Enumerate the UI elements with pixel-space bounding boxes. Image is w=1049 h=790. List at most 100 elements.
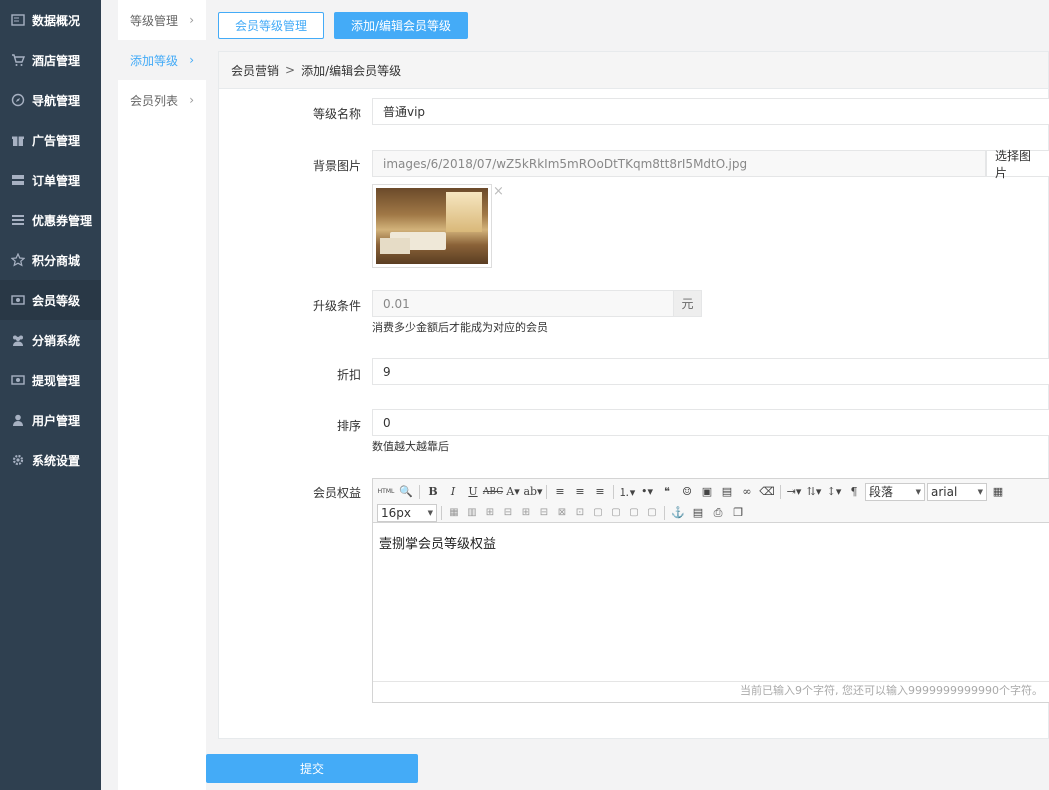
subnav-item-label: 添加等级 [130, 53, 179, 68]
font-color-icon[interactable]: A▾ [504, 483, 522, 501]
line-height-icon[interactable]: ↕▾ [825, 483, 843, 501]
paragraph-spacing-icon[interactable]: ⇅▾ [805, 483, 823, 501]
print-icon[interactable]: ⎙ [709, 504, 727, 522]
preview-icon[interactable]: 🔍 [397, 483, 415, 501]
cash-icon [10, 372, 26, 388]
discount-input[interactable]: 9 [372, 358, 1049, 385]
underline-icon[interactable]: U [464, 483, 482, 501]
chevron-down-icon: ▼ [915, 487, 921, 496]
ordered-list-icon[interactable]: ⒈▾ [618, 483, 636, 501]
sidebar-item-users[interactable]: 用户管理 [0, 400, 101, 440]
level-name-input[interactable]: 普通vip [372, 98, 1049, 125]
sidebar-item-dashboard[interactable]: 数据概况 [0, 0, 101, 40]
delete-col-icon: ⊟ [539, 507, 549, 518]
sidebar-item-orders[interactable]: 订单管理 [0, 160, 101, 200]
link-icon[interactable]: ∞ [738, 483, 756, 501]
editor-content-area[interactable]: 壹捌掌会员等级权益 [373, 523, 1049, 681]
sidebar-item-label: 分销系统 [32, 333, 81, 348]
html-source-icon[interactable]: HTML [377, 483, 395, 501]
sort-label: 排序 [336, 419, 361, 433]
highlight-icon[interactable]: ab▾ [523, 483, 542, 501]
sidebar-item-label: 广告管理 [32, 133, 81, 148]
money-icon [10, 292, 26, 308]
insert-row-icon: ⊞ [485, 507, 495, 518]
submit-button[interactable]: 提交 [206, 754, 418, 783]
table-icon[interactable]: ▦ [446, 505, 462, 521]
compass-icon [10, 92, 26, 108]
chevron-right-icon: › [189, 93, 194, 107]
font-family-select[interactable]: arial ▼ [927, 482, 987, 501]
sidebar-item-ads[interactable]: 广告管理 [0, 120, 101, 160]
subnav-item-level-manage[interactable]: 等级管理 › [118, 0, 206, 40]
dashboard-icon [10, 12, 26, 28]
delete-row-icon: ⊟ [503, 507, 513, 518]
sidebar-item-member-level[interactable]: 会员等级 [0, 280, 101, 320]
bg-image-path-input[interactable]: images/6/2018/07/wZ5kRkIm5mROoDtTKqm8tt8… [372, 150, 986, 177]
upgrade-condition-label: 升级条件 [312, 299, 361, 313]
template-icon[interactable]: ❐ [729, 504, 747, 522]
member-level-manage-button[interactable]: 会员等级管理 [218, 12, 325, 39]
bold-icon[interactable]: B [424, 483, 442, 501]
chevron-right-icon: › [189, 53, 194, 67]
sidebar-item-label: 优惠券管理 [32, 213, 93, 228]
indent-icon[interactable]: ⇥▾ [785, 483, 803, 501]
table-row-icon: ▢ [647, 507, 657, 518]
sidebar-item-label: 酒店管理 [32, 53, 81, 68]
sort-hint: 数值越大越靠后 [372, 440, 449, 453]
breadcrumb-parent[interactable]: 会员营销 [231, 62, 279, 79]
breadcrumb: 会员营销 > 添加/编辑会员等级 [219, 52, 1048, 89]
add-edit-level-button[interactable]: 添加/编辑会员等级 [334, 12, 469, 39]
form-panel: 会员营销 > 添加/编辑会员等级 等级名称 普通vip 背景图片 images/… [218, 51, 1049, 739]
star-icon [10, 252, 26, 268]
choose-image-button[interactable]: 选择图片 [986, 149, 1049, 180]
emoji-icon[interactable]: ☺ [678, 483, 696, 501]
sidebar-item-withdraw[interactable]: 提现管理 [0, 360, 101, 400]
subnav-item-member-list[interactable]: 会员列表 › [118, 80, 206, 120]
merge-cells-icon: ⊠ [557, 507, 567, 518]
split-cells-icon: ⊡ [575, 507, 585, 518]
top-button-group: 会员等级管理 添加/编辑会员等级 [218, 12, 469, 39]
eraser-icon[interactable]: ⌫ [758, 483, 776, 501]
upgrade-amount-input[interactable]: 0.01 [372, 290, 674, 317]
sidebar-item-label: 数据概况 [32, 13, 81, 28]
align-center-icon[interactable]: ≡ [571, 483, 589, 501]
font-size-select[interactable]: 16px ▼ [377, 503, 437, 522]
italic-icon[interactable]: I [444, 483, 462, 501]
level-name-label: 等级名称 [312, 107, 361, 121]
editor-char-counter: 当前已输入9个字符, 您还可以输入9999999999990个字符。 [373, 681, 1049, 701]
sidebar-item-label: 导航管理 [32, 93, 81, 108]
sidebar-item-label: 订单管理 [32, 173, 81, 188]
paragraph-select[interactable]: 段落 ▼ [865, 482, 925, 501]
chevron-right-icon: › [189, 13, 194, 27]
page-break-icon[interactable]: ▤ [689, 504, 707, 522]
sidebar-item-label: 提现管理 [32, 373, 81, 388]
bg-image-thumbnail [372, 184, 492, 268]
sidebar-item-coupons[interactable]: 优惠券管理 [0, 200, 101, 240]
sidebar-item-label: 积分商城 [32, 253, 81, 268]
sidebar-item-distribution[interactable]: 分销系统 [0, 320, 101, 360]
benefit-label: 会员权益 [312, 486, 361, 500]
align-right-icon[interactable]: ≡ [591, 483, 609, 501]
sort-input[interactable]: 0 [372, 409, 1049, 436]
insert-col-icon: ⊞ [521, 507, 531, 518]
fullscreen-icon[interactable]: ▦ [989, 483, 1007, 501]
sidebar-item-settings[interactable]: 系统设置 [0, 440, 101, 480]
align-left-icon[interactable]: ≡ [551, 483, 569, 501]
currency-unit-addon: 元 [673, 290, 702, 317]
sidebar-item-navigation[interactable]: 导航管理 [0, 80, 101, 120]
blockquote-icon[interactable]: ❝ [658, 483, 676, 501]
format-icon[interactable]: ¶ [845, 483, 863, 501]
sidebar-item-hotel[interactable]: 酒店管理 [0, 40, 101, 80]
unordered-list-icon[interactable]: •▾ [638, 483, 656, 501]
strikethrough-icon[interactable]: ABC [483, 483, 503, 501]
video-icon[interactable]: ▤ [718, 483, 736, 501]
chevron-down-icon: ▼ [427, 508, 433, 517]
cart-icon [10, 52, 26, 68]
close-icon[interactable]: × [493, 184, 504, 199]
breadcrumb-current: 添加/编辑会员等级 [301, 63, 402, 78]
subnav-item-add-level[interactable]: 添加等级 › [118, 40, 206, 80]
anchor-icon[interactable]: ⚓ [669, 504, 687, 522]
image-icon[interactable]: ▣ [698, 483, 716, 501]
gear-icon [10, 452, 26, 468]
sidebar-item-points-mall[interactable]: 积分商城 [0, 240, 101, 280]
